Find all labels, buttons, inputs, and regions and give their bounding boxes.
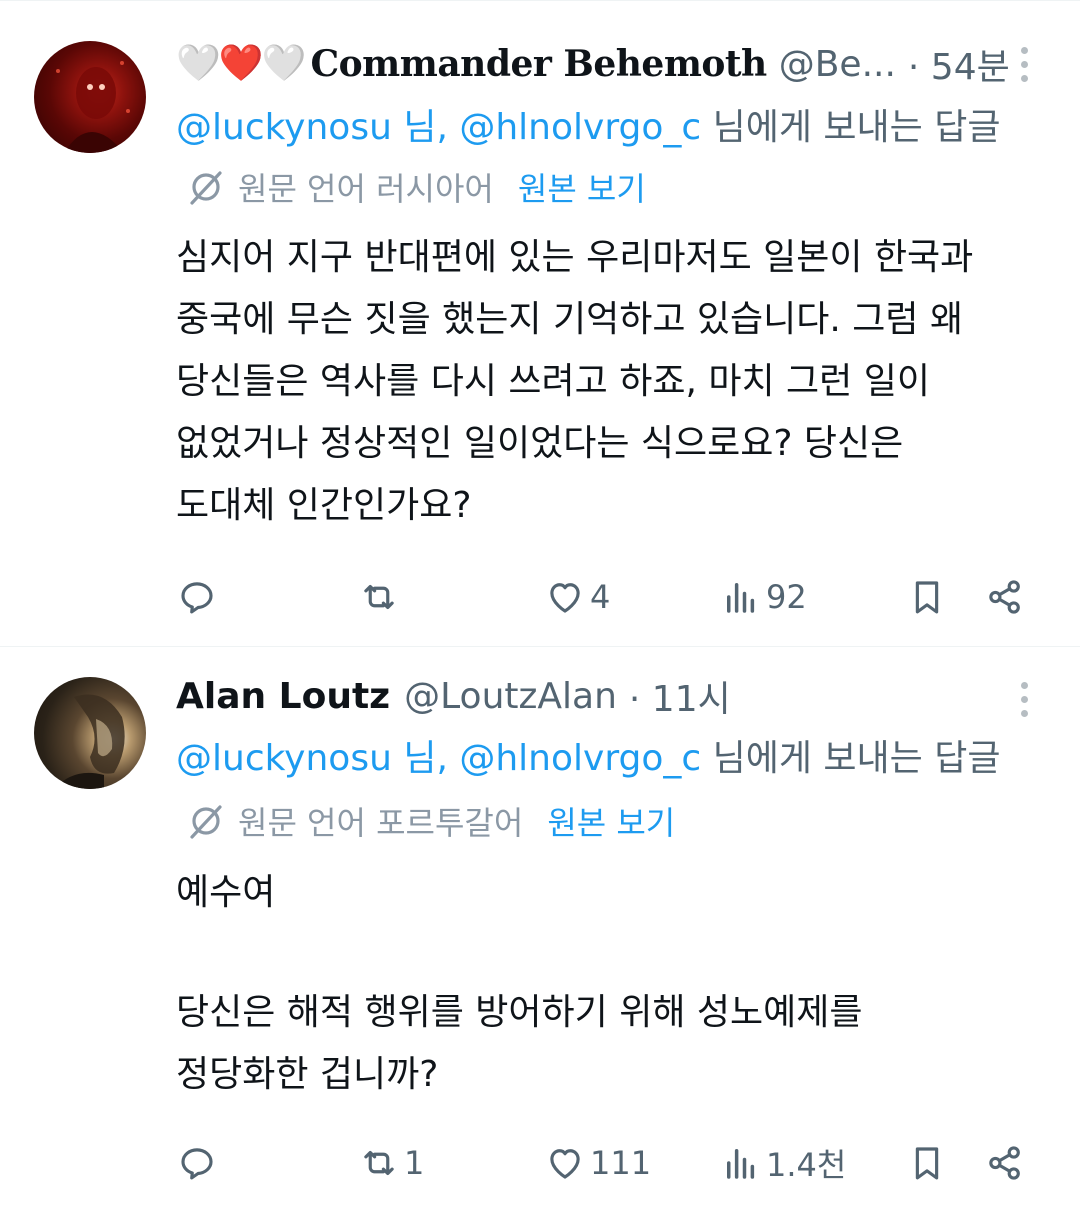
tweet-text-line: 도대체 인간인가요?: [176, 485, 472, 526]
tweet-time[interactable]: · 11시: [629, 670, 731, 722]
like-button[interactable]: 111: [544, 1133, 651, 1193]
more-options-icon[interactable]: [1012, 682, 1036, 717]
reply-icon: [181, 582, 213, 614]
tweet[interactable]: 🤍❤️🤍 Commander Behemoth @Be... · 54분 @lu…: [0, 0, 1080, 646]
tweet-text-blank-line: [176, 924, 1036, 982]
reply-mention-link[interactable]: @luckynosu 님,: [176, 107, 448, 148]
like-button[interactable]: 4: [544, 567, 610, 627]
tweet-header: Alan Loutz @LoutzAlan · 11시: [176, 671, 731, 721]
white-heart-icon: 🤍: [261, 43, 307, 84]
tweet-text: 심지어 지구 반대편에 있는 우리마저도 일본이 한국과 중국에 무슨 짓을 했…: [176, 227, 1036, 537]
tweet-time[interactable]: · 54분: [908, 38, 1010, 90]
tweet-header: 🤍❤️🤍 Commander Behemoth @Be... · 54분: [176, 39, 1010, 89]
tweet-text-line: 없었거나 정상적인 일이었다는 식으로요? 당신은: [176, 423, 904, 464]
view-count: 1.4천: [766, 1146, 847, 1184]
reply-mention-link[interactable]: @hlnolvrgo_c: [459, 738, 701, 779]
author-name[interactable]: Alan Loutz: [176, 676, 390, 717]
name-emoji-hearts: 🤍❤️🤍: [176, 43, 307, 84]
share-button[interactable]: [984, 1133, 1026, 1193]
original-language-label: 원문 언어 포르투갈어: [238, 804, 524, 842]
translation-bar: 원문 언어 포르투갈어 원본 보기: [186, 799, 675, 843]
views-button[interactable]: 1.4천: [720, 1133, 846, 1193]
view-count: 92: [766, 578, 807, 616]
retweet-icon: [364, 1150, 394, 1176]
translate-icon: [190, 171, 222, 205]
bookmark-icon: [915, 581, 939, 614]
author-handle[interactable]: @Be...: [779, 44, 896, 85]
reply-mention-link[interactable]: @luckynosu 님,: [176, 738, 448, 779]
retweet-button[interactable]: 1: [358, 1133, 424, 1193]
reply-button[interactable]: [176, 1133, 222, 1193]
avatar-image: [54, 694, 125, 789]
bookmark-icon: [915, 1147, 939, 1180]
more-options-icon[interactable]: [1012, 47, 1036, 82]
share-icon: [989, 1146, 1020, 1180]
tweet-text-line: 예수여: [176, 872, 276, 913]
translate-icon: [190, 805, 222, 839]
tweet[interactable]: Alan Loutz @LoutzAlan · 11시 @luckynosu 님…: [0, 646, 1080, 1209]
like-count: 111: [590, 1144, 652, 1182]
translation-bar: 원문 언어 러시아어 원본 보기: [186, 165, 646, 209]
share-icon: [989, 580, 1020, 614]
avatar[interactable]: [34, 41, 146, 153]
reply-mention-link[interactable]: @hlnolvrgo_c: [459, 107, 701, 148]
action-bar: 1 111 1.4천: [0, 1133, 1080, 1193]
show-original-link[interactable]: 원본 보기: [547, 798, 675, 844]
views-icon: [727, 1149, 755, 1179]
reply-suffix: 님에게 보내는 답글: [712, 738, 1001, 779]
like-count: 4: [590, 578, 611, 616]
tweet-text-line: 중국에 무슨 짓을 했는지 기억하고 있습니다. 그럼 왜: [176, 299, 964, 340]
white-heart-icon: 🤍: [176, 43, 221, 84]
heart-icon: [550, 583, 580, 613]
reply-button[interactable]: [176, 567, 222, 627]
reply-suffix: 님에게 보내는 답글: [712, 107, 1001, 148]
retweet-button[interactable]: [358, 567, 404, 627]
avatar-image: [56, 61, 130, 153]
author-name[interactable]: Commander Behemoth: [310, 43, 767, 85]
author-handle[interactable]: @LoutzAlan: [404, 676, 617, 717]
share-button[interactable]: [984, 567, 1026, 627]
original-language-label: 원문 언어 러시아어: [238, 170, 494, 208]
show-original-link[interactable]: 원본 보기: [518, 164, 646, 210]
bookmark-button[interactable]: [906, 567, 948, 627]
reply-to-line: @luckynosu 님, @hlnolvrgo_c 님에게 보내는 답글: [176, 98, 1000, 150]
heart-icon: [550, 1149, 580, 1179]
retweet-count: 1: [404, 1144, 425, 1182]
views-button[interactable]: 92: [720, 567, 807, 627]
bookmark-button[interactable]: [906, 1133, 948, 1193]
views-icon: [727, 583, 755, 613]
tweet-text-line: 당신은 해적 행위를 방어하기 위해 성노예제를: [176, 992, 863, 1033]
avatar[interactable]: [34, 677, 146, 789]
tweet-text: 예수여 당신은 해적 행위를 방어하기 위해 성노예제를 정당화한 겁니까?: [176, 862, 1036, 1106]
tweet-text-line: 당신들은 역사를 다시 쓰려고 하죠, 마치 그런 일이: [176, 361, 930, 402]
reply-icon: [181, 1148, 213, 1180]
pink-heart-icon: ❤️: [218, 43, 264, 84]
tweet-text-line: 정당화한 겁니까?: [176, 1054, 439, 1095]
reply-to-line: @luckynosu 님, @hlnolvrgo_c 님에게 보내는 답글: [176, 729, 1000, 781]
retweet-icon: [364, 584, 394, 610]
action-bar: 4 92: [0, 567, 1080, 627]
tweet-text-line: 심지어 지구 반대편에 있는 우리마저도 일본이 한국과: [176, 237, 974, 278]
